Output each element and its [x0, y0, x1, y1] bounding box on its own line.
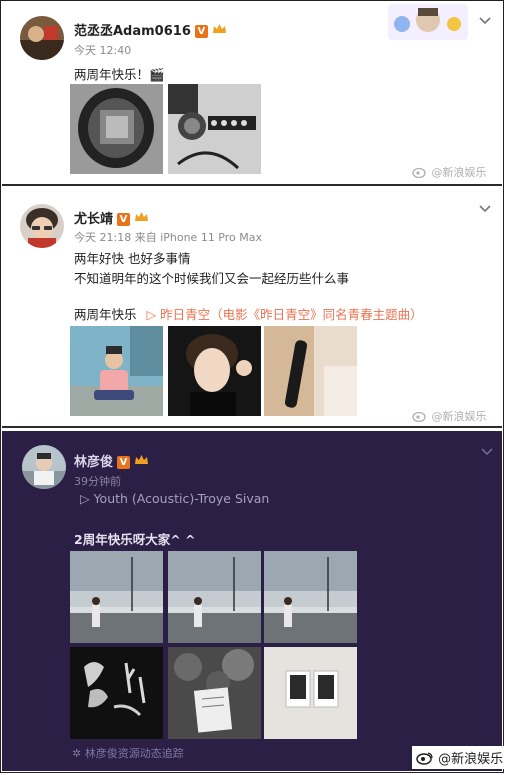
weibo-logo-icon: [412, 411, 426, 423]
post-tag-line: 两周年快乐 ▷ 昨日青空（电影《昨日青空》同名青春主题曲）: [74, 304, 423, 323]
brand-watermark-text: @新浪娱乐: [438, 752, 504, 767]
avatar-image: [20, 16, 64, 60]
post-text-line: 2周年快乐呀大家^ ^: [74, 532, 196, 547]
music-link[interactable]: ▷ 昨日青空（电影《昨日青空》同名青春主题曲）: [147, 307, 423, 322]
weibo-logo-icon: [416, 752, 433, 765]
post-photo-4[interactable]: [70, 647, 163, 739]
weibo-logo-icon: [412, 167, 426, 179]
crown-icon: [135, 455, 149, 464]
post-photo-2[interactable]: [168, 326, 261, 416]
header-sticker-image: [388, 4, 468, 40]
post-author[interactable]: 范丞丞Adam0616 V: [74, 20, 227, 39]
watermark-text: @新浪娱乐: [431, 410, 487, 423]
avatar[interactable]: [20, 16, 64, 60]
verified-badge: V: [117, 213, 131, 226]
author-name[interactable]: 尤长靖: [74, 212, 113, 227]
crown-icon: [135, 212, 149, 221]
weibo-post-2: 尤长靖 V 今天 21:18 来自 iPhone 11 Pro Max 两年好快 …: [2, 190, 502, 428]
watermark-text: @新浪娱乐: [431, 166, 487, 179]
post-photo-1[interactable]: [70, 551, 163, 643]
post-author[interactable]: 林彦俊 V: [74, 451, 149, 470]
post-text-line: 不知道明年的这个时候我们又会一起经历些什么事: [74, 271, 350, 286]
verified-badge: V: [194, 25, 208, 38]
verified-badge: V: [117, 456, 131, 469]
post-photo-5[interactable]: [168, 647, 261, 739]
post-time: 今天 12:40: [74, 44, 132, 57]
avatar[interactable]: [22, 445, 66, 489]
chevron-down-icon[interactable]: [480, 445, 494, 459]
post-photo-2[interactable]: [168, 84, 261, 174]
avatar-image: [20, 204, 64, 248]
watermark: @新浪娱乐: [412, 164, 487, 180]
post-text-line: 两年好快 也好多事情: [74, 251, 191, 266]
post-photo-6[interactable]: [264, 647, 357, 739]
post-footer-text[interactable]: 林彦俊资源动态追踪: [85, 747, 184, 760]
music-link[interactable]: ▷ Youth (Acoustic)-Troye Sivan: [80, 491, 269, 506]
post-time: 今天 21:18 来自 iPhone 11 Pro Max: [74, 231, 262, 244]
chevron-down-icon[interactable]: [478, 14, 492, 28]
brand-watermark: @新浪娱乐: [412, 746, 506, 769]
post-photo-1[interactable]: [70, 84, 163, 174]
post-photo-2[interactable]: [168, 551, 261, 643]
post-footer[interactable]: ✲ 林彦俊资源动态追踪: [72, 745, 184, 761]
post-photo-3[interactable]: [264, 326, 357, 416]
author-name[interactable]: 范丞丞Adam0616: [74, 24, 191, 39]
hashtag[interactable]: 两周年快乐: [74, 307, 137, 322]
chevron-down-icon[interactable]: [478, 202, 492, 216]
weibo-post-1: 范丞丞Adam0616 V 今天 12:40 两周年快乐！🎬 @新浪娱乐: [2, 2, 502, 186]
sparkle-icon: ✲: [72, 747, 82, 760]
post-text-line: 两周年快乐！🎬: [74, 67, 165, 82]
crown-icon: [212, 24, 226, 33]
weibo-post-3: 林彦俊 V 39分钟前 ▷ Youth (Acoustic)-Troye Siva…: [2, 431, 502, 771]
post-time: 39分钟前: [74, 475, 121, 488]
post-author[interactable]: 尤长靖 V: [74, 208, 149, 227]
avatar[interactable]: [20, 204, 64, 248]
author-name[interactable]: 林彦俊: [74, 455, 113, 470]
post-photo-1[interactable]: [70, 326, 163, 416]
avatar-image: [22, 445, 66, 489]
watermark: @新浪娱乐: [412, 408, 487, 424]
post-photo-3[interactable]: [264, 551, 357, 643]
